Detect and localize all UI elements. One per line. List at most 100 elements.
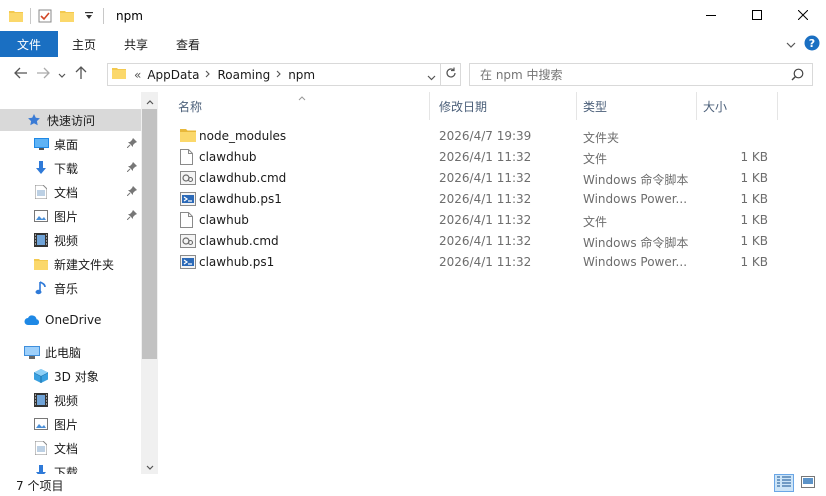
nav-onedrive[interactable]: OneDrive — [0, 309, 141, 331]
file-type: Windows Power... — [583, 255, 688, 269]
document-icon — [33, 440, 49, 456]
nav-3d-objects[interactable]: 3D 对象 — [0, 365, 141, 387]
nav-desktop[interactable]: 桌面 — [0, 133, 141, 155]
scrollbar-thumb[interactable] — [142, 109, 157, 359]
help-icon[interactable]: ? — [804, 35, 820, 54]
nav-downloads-pc[interactable]: 下载 — [0, 461, 141, 474]
powershell-file-icon — [180, 191, 196, 207]
column-divider[interactable] — [576, 92, 577, 120]
refresh-button[interactable] — [441, 63, 461, 86]
nav-scrollbar[interactable] — [141, 92, 158, 474]
file-date: 2026/4/1 11:32 — [439, 213, 532, 227]
scroll-up-button[interactable] — [141, 92, 158, 109]
tab-share[interactable]: 共享 — [110, 31, 162, 57]
file-row[interactable]: clawdhub 2026/4/1 11:32 文件 1 KB — [174, 147, 774, 168]
file-size: 1 KB — [740, 234, 768, 248]
chevron-down-icon — [146, 459, 154, 473]
breadcrumb-appdata[interactable]: AppData — [147, 68, 199, 82]
pin-icon[interactable] — [126, 209, 137, 223]
folder-icon — [180, 128, 196, 144]
search-box[interactable] — [469, 63, 813, 86]
maximize-button[interactable] — [734, 0, 780, 31]
file-type: Windows 命令脚本 — [583, 173, 689, 187]
chevron-right-icon[interactable] — [205, 68, 211, 81]
tab-view[interactable]: 查看 — [162, 31, 214, 57]
arrow-up-icon — [75, 65, 87, 84]
chevron-right-icon[interactable] — [276, 68, 282, 81]
item-count: 7 个项目 — [16, 478, 64, 493]
nav-videos-pc[interactable]: 视频 — [0, 389, 141, 411]
nav-documents-pc[interactable]: 文档 — [0, 437, 141, 459]
search-icon[interactable] — [791, 68, 804, 84]
nav-music[interactable]: 音乐 — [0, 277, 141, 299]
chevron-down-icon[interactable] — [427, 70, 436, 84]
file-row[interactable]: clawhub.ps1 2026/4/1 11:32 Windows Power… — [174, 252, 774, 273]
column-divider[interactable] — [777, 92, 778, 120]
star-icon — [26, 112, 42, 128]
details-view-button[interactable] — [774, 474, 794, 492]
nav-documents[interactable]: 文档 — [0, 181, 141, 203]
column-header-size[interactable]: 大小 — [703, 92, 727, 120]
customize-toolbar-icon[interactable] — [81, 8, 97, 24]
tab-home[interactable]: 主页 — [58, 31, 110, 57]
large-icons-view-button[interactable] — [798, 474, 818, 492]
svg-text:?: ? — [809, 37, 815, 50]
file-row[interactable]: clawhub.cmd 2026/4/1 11:32 Windows 命令脚本 … — [174, 231, 774, 252]
pin-icon[interactable] — [126, 137, 137, 151]
breadcrumb-overflow[interactable]: « — [134, 68, 141, 82]
column-divider[interactable] — [429, 92, 430, 120]
column-header-type[interactable]: 类型 — [583, 92, 607, 120]
window-title: npm — [116, 8, 143, 23]
file-row[interactable]: clawdhub.ps1 2026/4/1 11:32 Windows Powe… — [174, 189, 774, 210]
maximize-icon — [752, 9, 762, 23]
search-input[interactable] — [480, 67, 780, 82]
nav-new-folder[interactable]: 新建文件夹 — [0, 253, 141, 275]
up-button[interactable] — [70, 64, 92, 86]
properties-icon[interactable] — [37, 8, 53, 24]
file-name: clawdhub.ps1 — [199, 192, 282, 206]
breadcrumb-roaming[interactable]: Roaming — [217, 68, 270, 82]
file-list: 名称 修改日期 类型 大小 node_modules 2026/4/7 19:3… — [162, 92, 826, 474]
address-bar[interactable]: « AppData Roaming npm — [107, 63, 441, 86]
nav-videos[interactable]: 视频 — [0, 229, 141, 251]
file-size: 1 KB — [740, 171, 768, 185]
forward-button[interactable] — [32, 64, 54, 86]
new-folder-icon[interactable] — [59, 8, 75, 24]
column-divider[interactable] — [696, 92, 697, 120]
nav-this-pc[interactable]: 此电脑 — [0, 341, 141, 363]
pin-icon[interactable] — [126, 185, 137, 199]
download-icon — [33, 464, 49, 474]
nav-pictures[interactable]: 图片 — [0, 205, 141, 227]
nav-pictures-pc[interactable]: 图片 — [0, 413, 141, 435]
pin-icon[interactable] — [126, 161, 137, 175]
file-name: node_modules — [199, 129, 287, 143]
arrow-left-icon — [14, 67, 28, 83]
recent-locations-button[interactable] — [54, 64, 70, 86]
column-header-name[interactable]: 名称 — [178, 92, 202, 120]
file-row[interactable]: clawdhub.cmd 2026/4/1 11:32 Windows 命令脚本… — [174, 168, 774, 189]
chevron-up-icon — [146, 94, 154, 108]
nav-downloads[interactable]: 下载 — [0, 157, 141, 179]
minimize-button[interactable] — [688, 0, 734, 31]
scroll-down-button[interactable] — [141, 457, 158, 474]
back-button[interactable] — [10, 64, 32, 86]
folder-icon — [8, 8, 24, 24]
status-bar: 7 个项目 — [0, 474, 826, 496]
computer-icon — [24, 344, 40, 360]
nav-quick-access[interactable]: 快速访问 — [0, 109, 141, 131]
tab-file[interactable]: 文件 — [0, 31, 58, 57]
file-type: 文件 — [583, 215, 608, 229]
folder-icon — [112, 67, 126, 82]
music-icon — [33, 280, 49, 296]
file-row[interactable]: node_modules 2026/4/7 19:39 文件夹 — [174, 126, 774, 147]
cmd-file-icon — [180, 170, 196, 186]
column-header-date[interactable]: 修改日期 — [439, 92, 487, 120]
breadcrumb-npm[interactable]: npm — [288, 68, 315, 82]
file-row[interactable]: clawhub 2026/4/1 11:32 文件 1 KB — [174, 210, 774, 231]
close-icon — [797, 9, 809, 23]
file-size: 1 KB — [740, 213, 768, 227]
pictures-icon — [33, 416, 49, 432]
file-name: clawhub — [199, 213, 249, 227]
close-button[interactable] — [780, 0, 826, 31]
expand-ribbon-icon[interactable] — [786, 38, 796, 52]
